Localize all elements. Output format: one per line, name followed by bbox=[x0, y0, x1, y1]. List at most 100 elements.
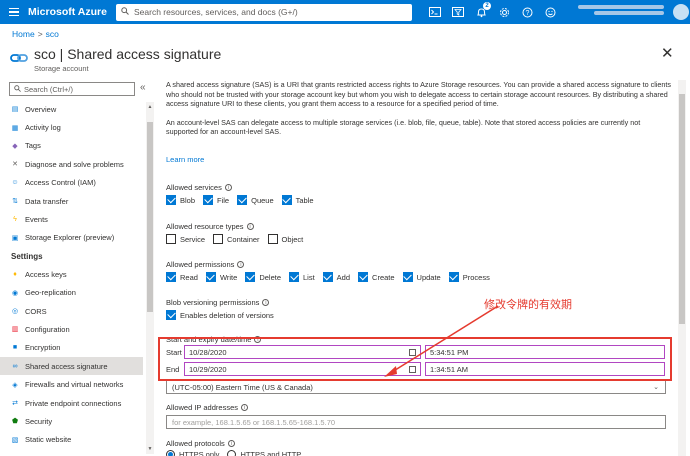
checkbox-label: Service bbox=[180, 234, 206, 244]
sidebar-item-label: Encryption bbox=[25, 343, 61, 353]
bell-icon[interactable]: 2 bbox=[474, 2, 491, 19]
allowed-ip-input[interactable]: for example, 168.1.5.65 or 168.1.5.65-16… bbox=[166, 415, 666, 429]
search-icon bbox=[14, 84, 21, 94]
permission-add-checkbox[interactable]: Add bbox=[322, 272, 350, 282]
protocol-https-and-http-radio[interactable]: HTTPS and HTTP bbox=[227, 450, 301, 456]
directory-filter-icon[interactable] bbox=[451, 5, 465, 19]
sidebar-item-shared-access-signature[interactable]: ∞ Shared access signature bbox=[0, 357, 143, 376]
avatar[interactable] bbox=[673, 4, 689, 20]
checkbox-box[interactable] bbox=[166, 310, 176, 320]
scroll-up-icon[interactable]: ▲ bbox=[146, 104, 154, 110]
checkbox-box[interactable] bbox=[237, 195, 248, 205]
sidebar-item-static-website[interactable]: ▧ Static website bbox=[0, 431, 143, 449]
info-icon[interactable]: i bbox=[241, 404, 248, 411]
service-blob-checkbox[interactable]: Blob bbox=[166, 195, 195, 205]
info-icon[interactable]: i bbox=[227, 440, 235, 447]
sidebar-item-activity-log[interactable]: ▦ Activity log bbox=[0, 118, 143, 136]
sas-description: A shared access signature (SAS) is a URI… bbox=[166, 80, 671, 108]
radio-button[interactable] bbox=[227, 450, 237, 456]
sidebar-item-overview[interactable]: ▤ Overview bbox=[0, 100, 143, 118]
permission-create-checkbox[interactable]: Create bbox=[358, 272, 395, 282]
menu-icon[interactable] bbox=[0, 7, 28, 17]
resource-type-service-checkbox[interactable]: Service bbox=[166, 234, 205, 244]
checkbox-box[interactable] bbox=[267, 234, 278, 244]
info-icon[interactable]: i bbox=[224, 184, 232, 191]
info-icon[interactable]: i bbox=[262, 299, 270, 306]
allowed-resource-types-text: Allowed resource types bbox=[166, 222, 244, 231]
checkbox-box[interactable] bbox=[289, 272, 299, 282]
permission-process-checkbox[interactable]: Process bbox=[448, 272, 490, 282]
sidebar-item-label: Access keys bbox=[25, 269, 67, 279]
ip-placeholder: for example, 168.1.5.65 or 168.1.5.65-16… bbox=[172, 417, 336, 427]
info-icon[interactable]: i bbox=[237, 261, 245, 268]
checkbox-box[interactable] bbox=[322, 272, 333, 282]
sidebar-item-label: Shared access signature bbox=[25, 361, 108, 371]
scroll-down-icon[interactable]: ▼ bbox=[146, 446, 154, 452]
checkbox-box[interactable] bbox=[166, 195, 176, 205]
sidebar-item-storage-explorer-preview[interactable]: ▣ Storage Explorer (preview) bbox=[0, 229, 143, 247]
sidebar-item-label: Events bbox=[25, 215, 48, 225]
help-icon[interactable]: ? bbox=[520, 5, 534, 19]
sidebar-item-security[interactable]: ⬟ Security bbox=[0, 412, 143, 430]
sidebar-scroll-thumb[interactable] bbox=[147, 122, 153, 312]
sidebar-search-placeholder: Search (Ctrl+/) bbox=[24, 84, 73, 94]
sidebar-item-diagnose-and-solve-problems[interactable]: ✕ Diagnose and solve problems bbox=[0, 155, 143, 173]
learn-more-link[interactable]: Learn more bbox=[166, 155, 204, 164]
annotation-arrow bbox=[384, 305, 499, 377]
checkbox-box[interactable] bbox=[213, 234, 224, 244]
timezone-select[interactable]: (UTC-05:00) Eastern Time (US & Canada) ⌄ bbox=[166, 380, 666, 394]
sidebar-scrollbar[interactable]: ▲ ▼ bbox=[146, 102, 154, 454]
close-icon[interactable]: ✕ bbox=[661, 44, 674, 62]
permission-write-checkbox[interactable]: Write bbox=[205, 272, 237, 282]
sidebar-item-events[interactable]: ϟ Events bbox=[0, 210, 143, 228]
radio-button[interactable] bbox=[166, 450, 175, 456]
breadcrumb-resource[interactable]: sco bbox=[46, 29, 59, 39]
feedback-icon[interactable] bbox=[543, 5, 557, 19]
checkbox-box[interactable] bbox=[448, 272, 459, 282]
permission-update-checkbox[interactable]: Update bbox=[402, 272, 441, 282]
sidebar-item-firewalls-and-virtual-networks[interactable]: ◈ Firewalls and virtual networks bbox=[0, 375, 143, 393]
cloud-shell-icon[interactable] bbox=[428, 5, 442, 19]
checkbox-box[interactable] bbox=[281, 195, 292, 205]
sidebar-item-configuration[interactable]: ▥ Configuration bbox=[0, 320, 143, 338]
sidebar-item-data-transfer[interactable]: ⇅ Data transfer bbox=[0, 192, 143, 210]
main-scroll-thumb[interactable] bbox=[679, 94, 685, 324]
blob-versioning-checkbox[interactable]: Enables deletion of versions bbox=[166, 310, 274, 320]
sidebar-item-label: Storage Explorer (preview) bbox=[25, 233, 115, 243]
service-table-checkbox[interactable]: Table bbox=[281, 195, 314, 205]
checkbox-box[interactable] bbox=[245, 272, 256, 282]
sidebar-item-private-endpoint-connections[interactable]: ⇄ Private endpoint connections bbox=[0, 394, 143, 412]
global-search-input[interactable]: Search resources, services, and docs (G+… bbox=[116, 3, 412, 21]
allowed-resource-types-label: Allowed resource types i bbox=[166, 222, 254, 231]
sidebar-item-cors[interactable]: ◎ CORS bbox=[0, 302, 143, 320]
sidebar-item-encryption[interactable]: ■ Encryption bbox=[0, 339, 143, 357]
sidebar-item-access-control-iam[interactable]: ☺ Access Control (IAM) bbox=[0, 174, 143, 192]
checkbox-box[interactable] bbox=[358, 272, 369, 282]
sidebar-item-geo-replication[interactable]: ◉ Geo-replication bbox=[0, 284, 143, 302]
main-scrollbar[interactable] bbox=[678, 80, 686, 456]
checkbox-box[interactable] bbox=[166, 234, 176, 244]
permission-read-checkbox[interactable]: Read bbox=[166, 272, 198, 282]
checkbox-box[interactable] bbox=[402, 272, 413, 282]
permission-list-checkbox[interactable]: List bbox=[289, 272, 315, 282]
resource-type-object-checkbox[interactable]: Object bbox=[267, 234, 303, 244]
service-file-checkbox[interactable]: File bbox=[203, 195, 229, 205]
resource-type-container-checkbox[interactable]: Container bbox=[213, 234, 260, 244]
sidebar-search-input[interactable]: Search (Ctrl+/) bbox=[9, 82, 135, 96]
collapse-sidebar-icon[interactable]: « bbox=[140, 82, 146, 93]
brand-title[interactable]: Microsoft Azure bbox=[28, 6, 116, 18]
checkbox-box[interactable] bbox=[203, 195, 214, 205]
breadcrumb-home[interactable]: Home bbox=[12, 29, 35, 39]
account-info[interactable] bbox=[578, 5, 668, 19]
checkbox-box[interactable] bbox=[205, 272, 216, 282]
sidebar-item-tags[interactable]: ◆ Tags bbox=[0, 137, 143, 155]
sidebar-item-access-keys[interactable]: ♦ Access keys bbox=[0, 265, 143, 283]
service-queue-checkbox[interactable]: Queue bbox=[237, 195, 274, 205]
permission-delete-checkbox[interactable]: Delete bbox=[245, 272, 281, 282]
gear-icon[interactable] bbox=[497, 5, 511, 19]
chevron-down-icon[interactable]: ⌄ bbox=[653, 383, 659, 391]
protocol-https-only-radio[interactable]: HTTPS only bbox=[166, 450, 219, 456]
checkbox-box[interactable] bbox=[166, 272, 176, 282]
lightning-icon: ϟ bbox=[13, 216, 17, 224]
info-icon[interactable]: i bbox=[246, 223, 254, 230]
